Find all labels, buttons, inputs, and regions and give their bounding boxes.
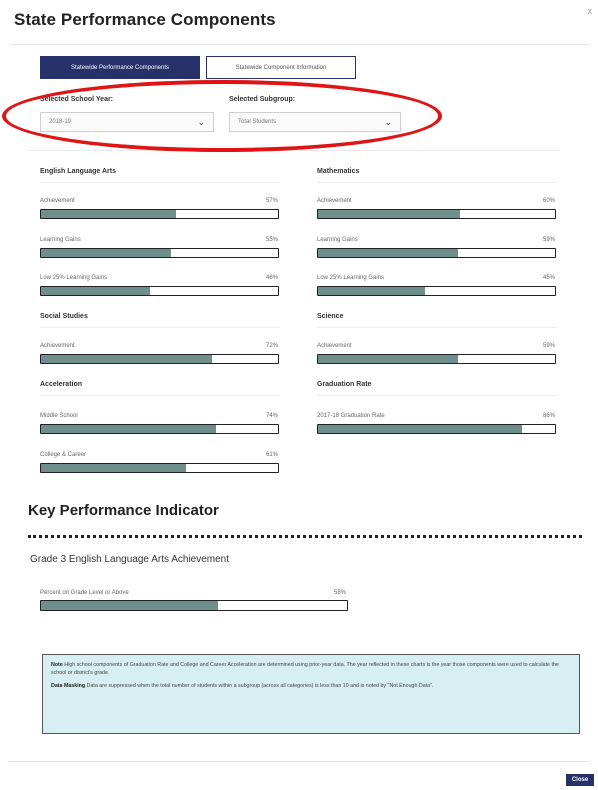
- progress-bar: [317, 248, 556, 258]
- metric-value: 46%: [265, 275, 278, 281]
- metric-label: Middle School: [40, 413, 78, 419]
- subgroup-select[interactable]: Total Students ⌄: [229, 112, 401, 132]
- section-divider: [317, 327, 557, 328]
- progress-fill: [318, 355, 458, 363]
- note-text: High school components of Graduation Rat…: [51, 662, 559, 676]
- modal-title: State Performance Components: [14, 10, 276, 29]
- metric-value: 72%: [265, 343, 278, 349]
- progress-bar: [317, 209, 556, 219]
- school-year-label: Selected School Year:: [40, 96, 114, 103]
- progress-fill: [41, 287, 151, 295]
- progress-bar: [40, 248, 279, 258]
- progress-fill: [41, 464, 186, 472]
- progress-bar: [40, 354, 279, 364]
- metric-value: 59%: [542, 237, 555, 243]
- metric-value: 61%: [265, 452, 278, 458]
- section-title-social-studies: Social Studies: [40, 313, 88, 320]
- progress-bar: [317, 286, 556, 296]
- school-year-select[interactable]: 2018-19 ⌄: [40, 112, 214, 132]
- note-box: Note High school components of Graduatio…: [42, 654, 580, 734]
- data-masking-label: Data Masking: [51, 683, 86, 689]
- metric-label: College & Career: [40, 452, 87, 458]
- metric-label: Achievement: [317, 198, 352, 204]
- data-masking-paragraph: Data Masking Data are suppressed when th…: [51, 682, 571, 690]
- kpi-subtitle: Grade 3 English Language Arts Achievemen…: [30, 554, 230, 565]
- section-divider: [317, 395, 557, 396]
- section-title-math: Mathematics: [317, 168, 360, 175]
- title-divider: [10, 44, 590, 45]
- chevron-down-icon: ⌄: [197, 116, 205, 127]
- progress-fill: [318, 210, 461, 218]
- metric-value: 57%: [265, 198, 278, 204]
- note-paragraph: Note High school components of Graduatio…: [51, 661, 571, 677]
- progress-bar: [317, 354, 556, 364]
- school-year-value: 2018-19: [49, 119, 72, 125]
- metric-label: Achievement: [40, 343, 75, 349]
- metric-value: 60%: [542, 198, 555, 204]
- section-divider: [40, 395, 280, 396]
- section-title-science: Science: [317, 313, 344, 320]
- note-label: Note: [51, 662, 63, 668]
- progress-fill: [318, 249, 458, 257]
- section-divider: [40, 327, 280, 328]
- section-divider: [40, 182, 280, 183]
- tab-statewide-component-information[interactable]: Statewide Component Information: [206, 56, 356, 79]
- chevron-down-icon: ⌄: [384, 116, 392, 127]
- progress-fill: [41, 249, 172, 257]
- progress-fill: [318, 425, 522, 433]
- metric-value: 45%: [542, 275, 555, 281]
- metric-label: Achievement: [317, 343, 352, 349]
- data-masking-text: Data are suppressed when the total numbe…: [86, 683, 434, 689]
- footer-divider: [8, 761, 590, 762]
- metric-label: Low 25% Learning Gains: [317, 275, 385, 281]
- metric-label: Learning Gains: [40, 237, 81, 243]
- progress-bar: [317, 424, 556, 434]
- progress-fill: [41, 210, 177, 218]
- section-title-acceleration: Acceleration: [40, 381, 83, 388]
- kpi-title: Key Performance Indicator: [28, 502, 219, 519]
- close-button[interactable]: Close: [566, 774, 594, 786]
- subgroup-value: Total Students: [238, 119, 277, 125]
- selector-divider: [28, 150, 560, 151]
- progress-fill: [41, 355, 212, 363]
- metric-value: 59%: [542, 343, 555, 349]
- section-title-graduation-rate: Graduation Rate: [317, 381, 372, 388]
- metric-label: Learning Gains: [317, 237, 358, 243]
- tab-statewide-performance-components[interactable]: Statewide Performance Components: [40, 56, 200, 79]
- modal-close-icon[interactable]: x: [588, 6, 593, 16]
- progress-bar: [40, 209, 279, 219]
- progress-bar: [40, 463, 279, 473]
- metric-label: Percent on Grade Level or Above: [40, 590, 129, 596]
- metric-value: 55%: [265, 237, 278, 243]
- metric-label: 2017-18 Graduation Rate: [317, 413, 385, 419]
- metric-label: Low 25% Learning Gains: [40, 275, 108, 281]
- progress-fill: [318, 287, 425, 295]
- metric-value: 74%: [265, 413, 278, 419]
- progress-fill: [41, 601, 219, 610]
- metric-value: 86%: [542, 413, 555, 419]
- section-divider: [317, 182, 557, 183]
- metric-value: 58%: [333, 590, 346, 596]
- progress-bar: [40, 600, 348, 611]
- progress-fill: [41, 425, 217, 433]
- metric-label: Achievement: [40, 198, 75, 204]
- subgroup-label: Selected Subgroup:: [229, 96, 296, 103]
- dotted-divider: [28, 535, 582, 538]
- progress-bar: [40, 286, 279, 296]
- section-title-ela: English Language Arts: [40, 168, 116, 175]
- progress-bar: [40, 424, 279, 434]
